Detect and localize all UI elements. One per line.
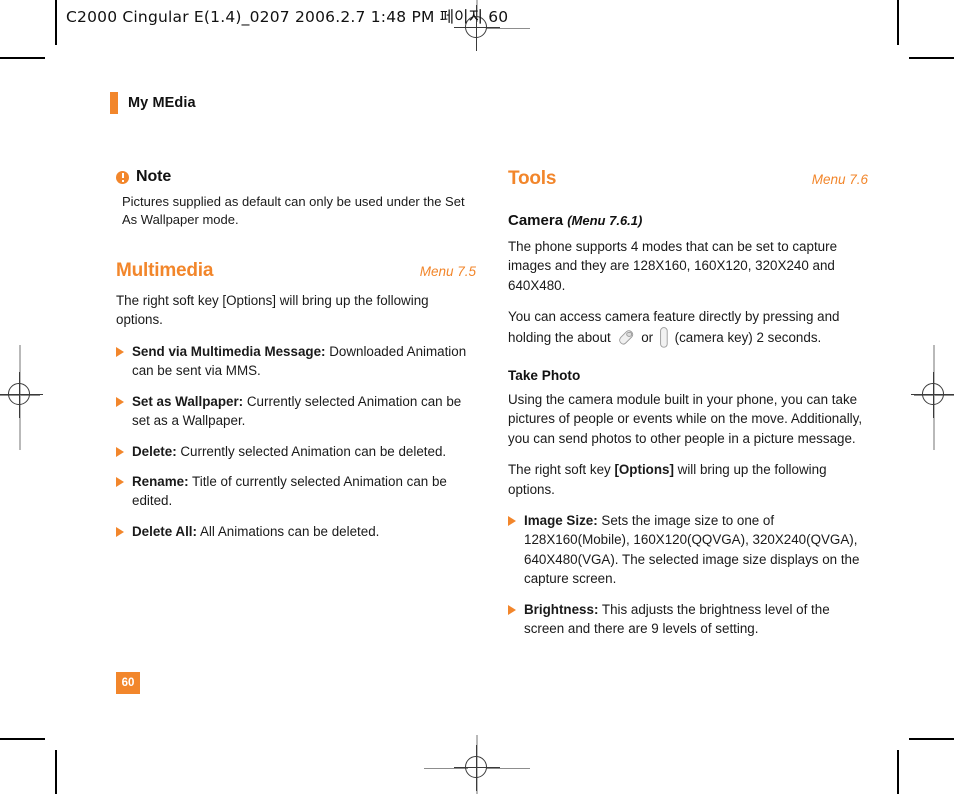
camera-menu-reference: (Menu 7.6.1): [567, 213, 643, 228]
tools-menu-reference: Menu 7.6: [811, 172, 868, 187]
triangle-bullet-icon: [116, 396, 124, 407]
option-label: Brightness:: [524, 601, 599, 617]
side-key-icon: [618, 330, 635, 345]
option-label: Rename:: [132, 473, 189, 489]
triangle-bullet-icon: [508, 604, 516, 615]
camera-paragraph-shortcut: You can access camera feature directly b…: [508, 307, 868, 348]
take-photo-options-intro: The right soft key [Options] will bring …: [508, 460, 868, 499]
list-item: Delete All: All Animations can be delete…: [116, 522, 476, 541]
triangle-bullet-icon: [508, 515, 516, 526]
option-label: Set as Wallpaper:: [132, 393, 244, 409]
options-intro-part1: The right soft key: [508, 462, 615, 478]
list-item: Rename: Title of currently selected Anim…: [116, 472, 476, 511]
triangle-bullet-icon: [116, 446, 124, 457]
note-title: Note: [136, 168, 172, 185]
multimedia-intro-text: The right soft key [Options] will bring …: [116, 292, 429, 328]
tools-section-header: Tools Menu 7.6: [508, 168, 868, 190]
camera-shortcut-text-or: or: [641, 329, 654, 345]
option-text: Currently selected Animation can be dele…: [176, 443, 447, 459]
camera-shortcut-text-part3: (camera key) 2 seconds.: [674, 329, 822, 345]
note-body-text: Pictures supplied as default can only be…: [122, 194, 465, 228]
list-item: Send via Multimedia Message: Downloaded …: [116, 342, 476, 381]
list-item: Delete: Currently selected Animation can…: [116, 442, 476, 461]
camera-paragraph-modes: The phone supports 4 modes that can be s…: [508, 239, 838, 293]
options-key-label: [Options]: [614, 462, 674, 478]
take-photo-options-list: Image Size: Sets the image size to one o…: [508, 511, 868, 639]
multimedia-options-list: Send via Multimedia Message: Downloaded …: [116, 342, 476, 542]
option-text: All Animations can be deleted.: [197, 523, 380, 539]
manual-page: My MEdia Note Pictures supplied as defau…: [0, 0, 954, 794]
multimedia-section-title: Multimedia: [116, 259, 214, 281]
option-label: Delete:: [132, 443, 177, 459]
list-item: Brightness: This adjusts the brightness …: [508, 600, 868, 639]
exclamation-icon: [116, 170, 129, 184]
camera-key-icon: [660, 326, 668, 348]
multimedia-section-header: Multimedia Menu 7.5: [116, 260, 476, 282]
page-number-badge: 60: [116, 672, 140, 694]
multimedia-menu-reference: Menu 7.5: [419, 263, 476, 279]
running-head-accent-bar: [110, 92, 118, 114]
list-item: Image Size: Sets the image size to one o…: [508, 511, 868, 589]
take-photo-heading: Take Photo: [508, 367, 581, 383]
left-column: Note Pictures supplied as default can on…: [116, 168, 476, 541]
right-column: Tools Menu 7.6 Camera (Menu 7.6.1) The p…: [508, 168, 868, 639]
camera-subsection-header: Camera (Menu 7.6.1): [508, 212, 868, 229]
note-header: Note: [116, 168, 476, 186]
note-block: Note Pictures supplied as default can on…: [116, 168, 476, 230]
triangle-bullet-icon: [116, 526, 124, 537]
camera-subsection-title: Camera: [508, 212, 564, 229]
option-label: Image Size:: [524, 512, 598, 528]
triangle-bullet-icon: [116, 476, 124, 487]
running-head-label: My MEdia: [128, 95, 196, 111]
list-item: Set as Wallpaper: Currently selected Ani…: [116, 392, 476, 431]
option-label: Delete All:: [132, 523, 197, 539]
triangle-bullet-icon: [116, 346, 124, 357]
take-photo-paragraph: Using the camera module built in your ph…: [508, 391, 863, 446]
option-label: Send via Multimedia Message:: [132, 343, 326, 359]
running-head: My MEdia: [110, 92, 196, 114]
tools-section-title: Tools: [508, 168, 557, 189]
